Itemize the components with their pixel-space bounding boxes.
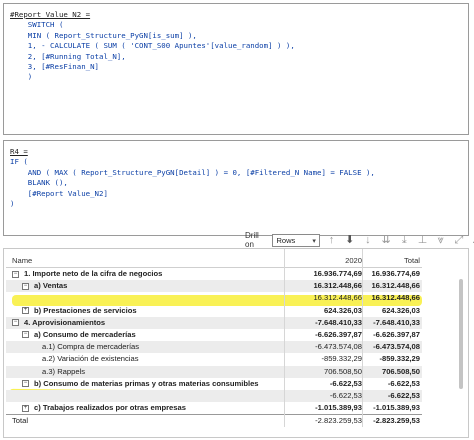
drill-on-select[interactable]: Rows ▾: [272, 233, 320, 247]
cell-total: 16.312.448,66: [371, 281, 420, 291]
column-divider: [362, 249, 363, 427]
row-label: a.2) Variación de existencias: [42, 354, 139, 364]
code-line: SWITCH (: [10, 20, 64, 30]
cell-2020: -6.622,53: [329, 378, 362, 388]
expand-icon[interactable]: +: [22, 307, 29, 315]
table-row[interactable]: − b) Consumo de materias primas y otras m…: [6, 378, 422, 390]
row-label: Total: [12, 416, 29, 426]
drill-up-icon[interactable]: ↑: [325, 233, 338, 247]
cell-total: -6.622,53: [387, 390, 420, 400]
visual-toolbar: Drill on Rows ▾ ↑ ⬇ ↓ ⇊ ⤓ ⊥ ⩔ ⤢ …: [245, 231, 474, 249]
code-line: AND ( MAX ( Report_Structure_PyGN[Detail…: [10, 167, 375, 177]
pin-icon[interactable]: ⊥: [416, 233, 429, 247]
code-line: 2, [#Running Total_N],: [10, 51, 126, 61]
row-label: a.3) Rappels: [42, 366, 86, 376]
cell-total: -1.015.389,93: [373, 403, 420, 413]
drill-on-label: Drill on: [245, 231, 259, 249]
focus-mode-icon[interactable]: ⤢: [452, 233, 465, 247]
row-label: + c) Trabajos realizados por otras empres…: [22, 403, 186, 413]
header-total[interactable]: Total: [362, 254, 420, 268]
row-label: −1. Importe neto de la cifra de negocios: [12, 269, 163, 278]
drill-on-value: Rows: [276, 235, 296, 245]
table-row[interactable]: -6.622,53 -6.622,53: [6, 389, 422, 403]
measure-editor-report-value[interactable]: #Report Value_N2 = SWITCH ( MIN ( Report…: [3, 3, 469, 135]
drill-down-circle-icon[interactable]: ⬇: [343, 233, 356, 247]
code-line: MIN ( Report_Structure_PyGN[is_sum] ),: [10, 30, 197, 40]
cell-2020: 16.312.448,66: [313, 281, 362, 291]
next-level-icon[interactable]: ↓: [361, 233, 374, 247]
collapse-icon[interactable]: −: [22, 380, 29, 388]
vertical-scrollbar[interactable]: [459, 279, 463, 389]
cell-2020: -859.332,29: [321, 354, 362, 364]
cell-total: -6.473.574,08: [373, 342, 420, 352]
cell-2020: -1.015.389,93: [315, 403, 362, 413]
cell-total: -7.648.410,33: [373, 317, 420, 327]
table-row[interactable]: + b) Prestaciones de servicios 624.326,03 6…: [6, 305, 422, 317]
table-row[interactable]: + c) Trabajos realizados por otras empres…: [6, 402, 422, 414]
cell-total: 624.326,03: [381, 305, 420, 315]
cell-2020: -6.626.397,87: [315, 329, 362, 339]
table-row[interactable]: Total -2.823.259,53 -2.823.259,53: [6, 414, 422, 426]
code-line: ): [10, 72, 33, 82]
row-label: − a) Ventas: [22, 281, 68, 291]
table-row[interactable]: 16.312.448,66 16.312.448,66: [6, 292, 422, 304]
table-row[interactable]: − a) Ventas 16.312.448,66 16.312.448,66: [6, 280, 422, 293]
matrix-visual[interactable]: Name 2020 Total −1. Importe neto de la c…: [3, 248, 469, 438]
collapse-icon[interactable]: −: [22, 282, 29, 290]
expand-all-icon[interactable]: ⇊: [380, 233, 393, 247]
cell-total: -859.332,29: [379, 354, 420, 364]
table-row[interactable]: a.1) Compra de mercaderías -6.473.574,08 -…: [6, 341, 422, 354]
header-name[interactable]: Name: [12, 254, 32, 268]
cell-2020: 624.326,03: [323, 305, 362, 315]
header-2020[interactable]: 2020: [286, 254, 362, 268]
cell-total: 706.508,50: [381, 366, 420, 376]
cell-total: 16.936.774,69: [371, 269, 420, 278]
code-line: IF (: [10, 157, 28, 167]
row-label: −4. Aprovisionamientos: [12, 317, 106, 327]
cell-2020: 706.508,50: [323, 366, 362, 376]
code-line: #Report Value_N2 =: [10, 10, 91, 19]
table-row[interactable]: a.2) Variación de existencias -859.332,29…: [6, 353, 422, 365]
expand-icon[interactable]: +: [22, 404, 29, 412]
collapse-icon[interactable]: −: [12, 270, 19, 278]
matrix-table: Name 2020 Total −1. Importe neto de la c…: [6, 254, 422, 426]
more-options-icon[interactable]: …: [471, 233, 474, 247]
matrix-header-row: Name 2020 Total: [6, 254, 422, 268]
column-divider: [284, 249, 285, 427]
measure-editor-r4[interactable]: R4 = IF ( AND ( MAX ( Report_Structure_Py…: [3, 140, 469, 236]
table-row[interactable]: −1. Importe neto de la cifra de negocios…: [6, 268, 422, 280]
code-line: 1, - CALCULATE ( SUM ( 'CONT_S00 Apuntes…: [10, 41, 295, 51]
cell-total: -2.823.259,53: [373, 415, 420, 425]
cell-2020: -2.823.259,53: [315, 415, 362, 425]
filter-icon[interactable]: ⩔: [434, 233, 447, 247]
row-label: + b) Prestaciones de servicios: [22, 305, 137, 315]
expand-down-icon[interactable]: ⤓: [398, 233, 411, 247]
code-line: BLANK (),: [10, 178, 68, 188]
code-line: [#Report Value_N2]: [10, 188, 108, 198]
collapse-icon[interactable]: −: [22, 331, 29, 339]
row-label: − b) Consumo de materias primas y otras m…: [22, 378, 259, 388]
code-line: 3, [#ResFinan_N]: [10, 61, 99, 71]
cell-total: -6.622,53: [387, 378, 420, 388]
code-line: ): [10, 198, 15, 208]
cell-2020: -7.648.410,33: [315, 317, 362, 327]
row-label: − a) Consumo de mercaderías: [22, 329, 136, 339]
cell-total: 16.312.448,66: [371, 293, 420, 303]
code-line: R4 =: [10, 147, 28, 156]
cell-2020: 16.936.774,69: [313, 269, 362, 278]
collapse-icon[interactable]: −: [12, 319, 19, 327]
row-label: a.1) Compra de mercaderías: [42, 342, 140, 352]
table-row[interactable]: − a) Consumo de mercaderías -6.626.397,87 -…: [6, 329, 422, 341]
chevron-down-icon: ▾: [312, 237, 316, 245]
cell-2020: 16.312.448,66: [313, 293, 362, 303]
cell-total: -6.626.397,87: [373, 329, 420, 339]
table-row[interactable]: −4. Aprovisionamientos -7.648.410,33 -7.64…: [6, 316, 422, 329]
table-row[interactable]: a.3) Rappels 706.508,50 706.508,50: [6, 365, 422, 378]
cell-2020: -6.622,53: [329, 390, 362, 400]
cell-2020: -6.473.574,08: [315, 342, 362, 352]
